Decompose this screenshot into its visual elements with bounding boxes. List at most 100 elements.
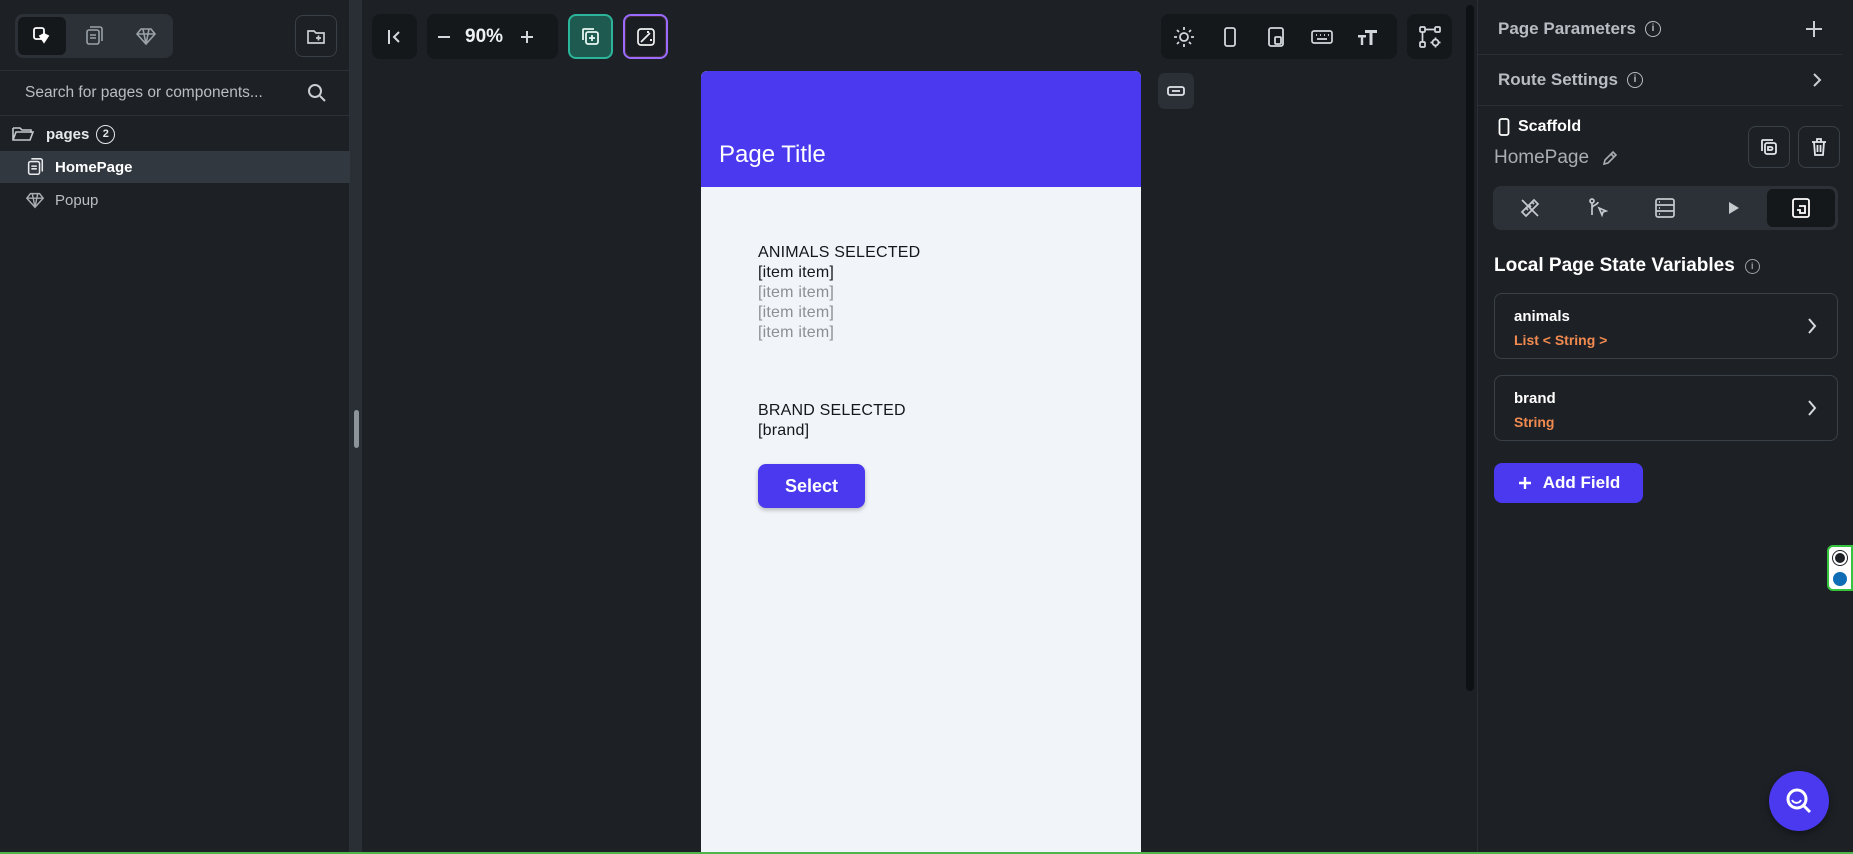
- info-icon[interactable]: i: [1744, 258, 1760, 274]
- play-icon: [1729, 202, 1740, 214]
- search-icon[interactable]: [306, 82, 328, 104]
- widget-name-label: HomePage: [1494, 147, 1590, 168]
- keyboard-icon: [1311, 29, 1333, 44]
- add-folder-button[interactable]: [295, 15, 337, 57]
- tab-page-state[interactable]: [1767, 189, 1835, 227]
- route-settings-row[interactable]: Route Settings i: [1478, 54, 1842, 106]
- sun-icon: [1174, 26, 1194, 47]
- component-diamond-icon: [24, 190, 46, 210]
- route-settings-label: Route Settings: [1498, 69, 1618, 89]
- page-parameters-label: Page Parameters: [1498, 18, 1636, 38]
- brand-value[interactable]: [brand]: [758, 422, 809, 440]
- tab-actions[interactable]: [1564, 189, 1632, 227]
- magic-tools-toggle[interactable]: [623, 14, 668, 59]
- animal-item: [item item]: [758, 304, 834, 321]
- plus-icon: [1518, 477, 1531, 489]
- extension-logo-icon[interactable]: [1833, 571, 1847, 586]
- keyboard-toggle-button[interactable]: [1299, 14, 1345, 59]
- tree-item-homepage[interactable]: HomePage: [0, 151, 350, 183]
- pages-folder-label: pages: [46, 125, 90, 143]
- tree-item-label: Popup: [55, 191, 99, 209]
- copy-plus-icon: [581, 27, 599, 45]
- canvas-settings-button[interactable]: [1407, 14, 1452, 59]
- help-search-button[interactable]: [1769, 771, 1829, 831]
- phone-icon: [1498, 118, 1510, 136]
- widget-tree-settings-icon: [1418, 25, 1441, 48]
- phone-preview-button[interactable]: [1207, 14, 1253, 59]
- tablet-preview-button[interactable]: [1253, 14, 1299, 59]
- pages-components-icon: [33, 27, 50, 44]
- ruler-pencil-icon: [1520, 198, 1540, 218]
- pages-icon: [86, 26, 103, 45]
- pages-mode-tab[interactable]: [18, 17, 66, 55]
- page-search[interactable]: Search for pages or components...: [0, 70, 350, 116]
- app-bar[interactable]: Page Title: [701, 71, 1141, 187]
- local-state-section-title: Local Page State Variables i: [1494, 255, 1760, 277]
- brand-heading[interactable]: BRAND SELECTED: [758, 402, 906, 420]
- chevron-right-icon: [1808, 400, 1817, 416]
- text-scale-button[interactable]: [1345, 14, 1391, 59]
- page-state-icon: [1792, 198, 1810, 218]
- variable-name: brand: [1514, 390, 1556, 407]
- state-variable-card[interactable]: brand String: [1494, 375, 1838, 441]
- animal-item[interactable]: [item item]: [758, 264, 834, 282]
- tree-item-label: HomePage: [55, 158, 133, 176]
- add-widget-toggle[interactable]: [568, 14, 613, 59]
- folder-open-icon: [10, 124, 36, 144]
- delete-button[interactable]: [1798, 126, 1840, 168]
- plus-icon[interactable]: [1804, 19, 1824, 39]
- panel-splitter[interactable]: [350, 0, 362, 854]
- add-field-label: Add Field: [1542, 473, 1621, 492]
- widget-type: Scaffold: [1498, 118, 1581, 136]
- zoom-control: 90%: [427, 14, 558, 59]
- page-icon: [24, 157, 46, 177]
- splitter-grip[interactable]: [354, 410, 359, 448]
- section-title-label: Local Page State Variables: [1494, 255, 1735, 276]
- properties-tabs: [1493, 186, 1838, 230]
- browser-extension-widget[interactable]: [1827, 545, 1853, 591]
- widget-tag-button[interactable]: [1158, 73, 1194, 109]
- pencil-icon[interactable]: [1601, 149, 1619, 167]
- tab-properties[interactable]: [1496, 189, 1564, 227]
- phone-preview: Page Title ANIMALS SELECTED [item item] …: [701, 71, 1141, 854]
- search-placeholder: Search for pages or components...: [25, 84, 263, 101]
- action-flow-icon: [1588, 198, 1609, 218]
- tab-backend-query[interactable]: [1632, 189, 1700, 227]
- select-button[interactable]: Select: [758, 464, 865, 508]
- collapse-panel-button[interactable]: [372, 14, 417, 59]
- left-panel-mode-switch: [15, 14, 173, 58]
- chevron-right-icon: [1813, 72, 1822, 87]
- canvas-area: 90% Page Title ANIMALS SELECTED [item it…: [362, 0, 1474, 854]
- pages-folder[interactable]: pages 2: [0, 118, 350, 150]
- page-parameters-row[interactable]: Page Parameters i: [1478, 3, 1842, 55]
- minus-icon: [438, 35, 450, 38]
- info-icon[interactable]: i: [1626, 71, 1643, 88]
- info-icon[interactable]: i: [1644, 20, 1661, 37]
- search-icon: [1786, 788, 1812, 814]
- chevron-right-icon: [1808, 318, 1817, 334]
- animals-heading[interactable]: ANIMALS SELECTED: [758, 244, 920, 262]
- plus-icon: [521, 30, 534, 43]
- zoom-in-button[interactable]: [507, 14, 547, 59]
- trash-icon: [1812, 138, 1826, 156]
- close-extension-icon[interactable]: [1833, 550, 1847, 565]
- tree-item-popup[interactable]: Popup: [0, 184, 350, 216]
- variable-type: String: [1514, 414, 1555, 430]
- zoom-out-button[interactable]: [427, 14, 461, 59]
- tab-animations[interactable]: [1699, 189, 1767, 227]
- text-size-icon: [1358, 29, 1377, 45]
- magic-wand-icon: [636, 27, 655, 46]
- duplicate-button[interactable]: [1748, 126, 1790, 168]
- theme-toggle-button[interactable]: [1161, 14, 1207, 59]
- components-tab[interactable]: [122, 17, 170, 55]
- widget-name[interactable]: HomePage: [1494, 147, 1619, 169]
- left-panel: Search for pages or components... pages …: [0, 0, 350, 854]
- pages-count-badge: 2: [96, 124, 116, 144]
- add-field-button[interactable]: Add Field: [1494, 463, 1643, 503]
- diamond-icon: [135, 28, 157, 46]
- folder-plus-icon: [307, 30, 325, 44]
- pages-list-tab[interactable]: [70, 17, 118, 55]
- canvas-scrollbar[interactable]: [1463, 0, 1477, 691]
- state-variable-card[interactable]: animals List < String >: [1494, 293, 1838, 359]
- canvas-scrollbar-thumb[interactable]: [1466, 5, 1474, 691]
